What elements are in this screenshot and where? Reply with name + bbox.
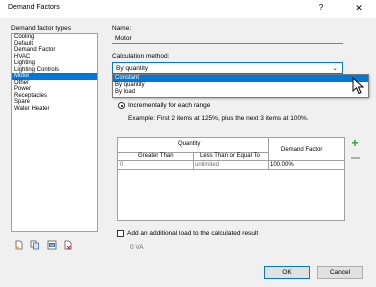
row-less-than[interactable]: unlimited (195, 162, 219, 168)
incremental-radio[interactable] (118, 102, 125, 109)
close-button[interactable]: ✕ (353, 3, 365, 14)
demand-factor-header[interactable]: Demand Factor (281, 147, 322, 153)
add-row-button[interactable]: + (350, 137, 360, 149)
calculation-method-options: Constant By quantity By load (112, 74, 369, 98)
name-value: Motor (115, 35, 132, 42)
rename-type-icon[interactable]: AB (47, 240, 57, 250)
row-demand-factor[interactable]: 100.00% (270, 162, 294, 168)
name-field[interactable]: Motor (112, 33, 343, 44)
help-button[interactable]: ? (316, 3, 326, 12)
incremental-radio-label: Incrementally for each range (128, 102, 211, 109)
ok-button[interactable]: OK (264, 266, 310, 279)
less-than-header[interactable]: Less Than or Equal To (200, 153, 260, 159)
duplicate-type-icon[interactable] (30, 240, 40, 250)
dropdown-option[interactable]: By load (113, 89, 368, 96)
demand-factor-types-label: Demand factor types (11, 25, 71, 32)
title-bar: Demand Factors ? ✕ (0, 0, 376, 18)
calculation-method-value: By quantity (116, 65, 149, 72)
cancel-button[interactable]: Cancel (317, 266, 363, 279)
dropdown-option[interactable]: By quantity (113, 82, 368, 89)
remove-row-button[interactable] (351, 157, 360, 159)
demand-factor-types-list[interactable]: Cooling Default Demand Factor HVAC Lighting L… (11, 33, 98, 232)
row-greater-than[interactable]: 0 (120, 162, 123, 168)
calculation-method-label: Calculation method: (112, 53, 170, 60)
list-item[interactable]: Water Heater (12, 106, 97, 113)
delete-type-icon[interactable] (63, 240, 73, 250)
svg-text:AB: AB (50, 243, 55, 247)
example-text: Example: First 2 items at 125%, plus the… (128, 115, 309, 122)
demand-factor-table: Quantity Greater Than Less Than or Equal… (117, 137, 345, 221)
demand-factors-dialog: Demand Factors ? ✕ Demand factor types C… (0, 0, 376, 287)
additional-load-checkbox[interactable] (117, 230, 124, 237)
new-type-icon[interactable] (14, 240, 24, 250)
additional-load-value: 0 VA (130, 244, 144, 251)
calculation-method-dropdown[interactable]: By quantity ⌄ (112, 62, 343, 74)
dropdown-option[interactable]: Constant (113, 75, 368, 83)
additional-load-label: Add an additional load to the calculated… (127, 230, 259, 237)
chevron-down-icon: ⌄ (332, 65, 338, 72)
greater-than-header[interactable]: Greater Than (138, 153, 174, 159)
name-label: Name: (112, 25, 132, 32)
window-title: Demand Factors (8, 4, 60, 11)
quantity-group-header: Quantity (178, 141, 201, 147)
mouse-cursor-icon (352, 77, 364, 95)
